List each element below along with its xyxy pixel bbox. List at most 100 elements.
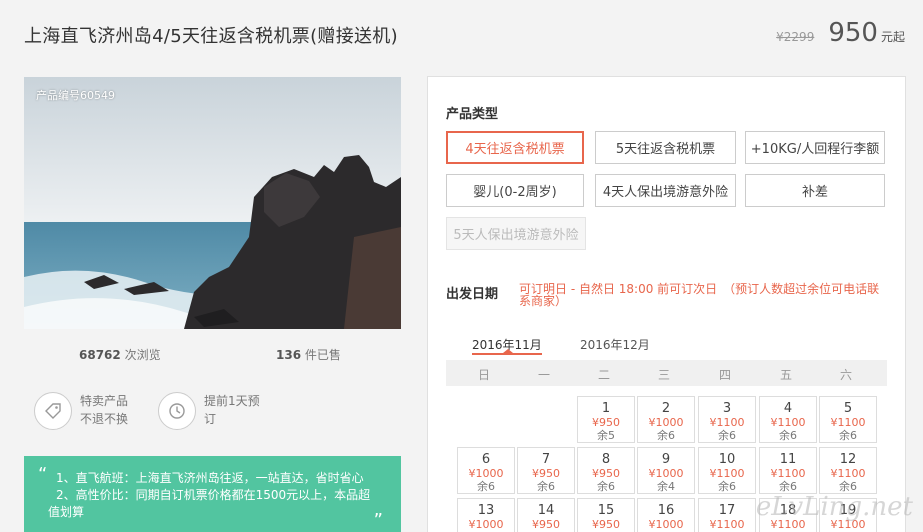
booking-deadline-note: 可订明日 - 自然日 18:00 前可订次日 （预订人数超过余位可电话联系商家） (519, 282, 880, 308)
calendar-day[interactable]: 2 ¥1000 余6 (637, 396, 695, 443)
watermark: eLvLing.net (755, 492, 913, 522)
calendar-day[interactable]: 8 ¥950 余6 (577, 447, 635, 494)
price-unit: 元起 (880, 30, 905, 44)
day-remaining: 余6 (477, 480, 495, 493)
day-number: 11 (779, 452, 797, 467)
day-number: 10 (718, 452, 736, 467)
day-remaining: 余6 (779, 429, 797, 442)
day-remaining: 余6 (718, 480, 736, 493)
active-tab-caret (503, 349, 513, 353)
day-price: ¥1100 (770, 416, 806, 429)
day-number: 14 (537, 503, 555, 518)
day-number: 2 (661, 401, 671, 416)
product-photo[interactable]: 产品编号60549 (24, 77, 401, 329)
active-tab-indicator (472, 353, 542, 355)
feature-line: 不退不换 (80, 412, 129, 426)
highlight-line: 2、高性价比：同期自订机票价格都在1500元以上，本品超 (56, 488, 371, 502)
day-number: 9 (661, 452, 671, 467)
calendar-day[interactable]: 14 ¥950 (517, 498, 575, 532)
product-number: 产品编号60549 (36, 89, 115, 102)
type-option-infant[interactable]: 婴儿(0-2周岁) (446, 174, 584, 207)
views-count: 68762 (79, 348, 121, 362)
weekday-label: 三 (657, 368, 670, 382)
calendar-day[interactable]: 7 ¥950 余6 (517, 447, 575, 494)
type-option-luggage[interactable]: +10KG/人回程行李额 (745, 131, 885, 164)
sold-stat: 136 件已售 (276, 346, 341, 363)
day-price: ¥950 (592, 467, 620, 480)
calendar-day[interactable]: 3 ¥1100 余6 (698, 396, 756, 443)
calendar-day[interactable]: 9 ¥1000 余4 (637, 447, 695, 494)
type-option-4day-insurance[interactable]: 4天人保出境游意外险 (595, 174, 736, 207)
day-number: 12 (839, 452, 857, 467)
close-quote-icon: ” (373, 510, 383, 531)
feature-line: 提前1天预 (204, 394, 260, 408)
feature-advance-booking: 提前1天预 订 (158, 392, 260, 430)
day-number: 6 (481, 452, 491, 467)
day-number: 1 (601, 401, 611, 416)
type-option-4day[interactable]: 4天往返含税机票 (446, 131, 584, 164)
highlights-box: “ 1、直飞航班：上海直飞济州岛往返，一站直达，省时省心 2、高性价比：同期自订… (24, 456, 401, 532)
current-price: 950 (828, 18, 878, 48)
weekday-label: 六 (839, 368, 852, 382)
tab-month-dec[interactable]: 2016年12月 (580, 336, 650, 353)
booking-panel: 产品类型 4天往返含税机票 5天往返含税机票 +10KG/人回程行李额 婴儿(0… (427, 76, 906, 532)
weekday-label: 二 (597, 368, 610, 382)
day-price: ¥1000 (648, 518, 684, 531)
tag-icon (34, 392, 72, 430)
price-box: ¥2299 950 元起 (776, 18, 905, 48)
day-number: 7 (541, 452, 551, 467)
day-number: 8 (601, 452, 611, 467)
calendar-day[interactable]: 10 ¥1100 余6 (698, 447, 756, 494)
feature-text: 提前1天预 订 (204, 392, 260, 428)
day-number: 16 (657, 503, 675, 518)
calendar-day[interactable]: 1 ¥950 余5 (577, 396, 635, 443)
day-price: ¥1000 (648, 467, 684, 480)
day-number: 4 (783, 401, 793, 416)
original-price: ¥2299 (776, 30, 815, 44)
calendar-day[interactable]: 12 ¥1100 余6 (819, 447, 877, 494)
product-stats: 68762 次浏览 136 件已售 (24, 340, 401, 368)
views-label: 次浏览 (124, 348, 161, 362)
page-title: 上海直飞济州岛4/5天往返含税机票(赠接送机) (24, 26, 398, 47)
day-remaining: 余6 (718, 429, 736, 442)
feature-flash-sale: 特卖产品 不退不换 (34, 392, 128, 430)
day-number: 17 (718, 503, 736, 518)
calendar-day[interactable]: 13 ¥1000 (457, 498, 515, 532)
day-remaining: 余5 (597, 429, 615, 442)
highlight-line: 1、直飞航班：上海直飞济州岛往返，一站直达，省时省心 (56, 471, 364, 485)
type-option-supplement[interactable]: 补差 (745, 174, 885, 207)
day-number: 15 (597, 503, 615, 518)
calendar-day[interactable]: 11 ¥1100 余6 (759, 447, 817, 494)
product-type-label: 产品类型 (446, 107, 499, 122)
calendar-day[interactable]: 6 ¥1000 余6 (457, 447, 515, 494)
seascape-image (24, 77, 401, 329)
day-price: ¥950 (532, 467, 560, 480)
day-price: ¥1000 (468, 518, 504, 531)
feature-badges: 特卖产品 不退不换 提前1天预 订 (24, 392, 401, 444)
clock-icon (158, 392, 196, 430)
day-price: ¥1000 (468, 467, 504, 480)
day-price: ¥1000 (648, 416, 684, 429)
day-remaining: 余6 (657, 429, 675, 442)
weekday-label: 一 (537, 368, 550, 382)
weekday-header: 日 一 二 三 四 五 六 (446, 360, 887, 386)
day-number: 13 (477, 503, 495, 518)
weekday-label: 五 (779, 368, 792, 382)
day-remaining: 余6 (537, 480, 555, 493)
calendar-day[interactable]: 4 ¥1100 余6 (759, 396, 817, 443)
calendar-day[interactable]: 16 ¥1000 (637, 498, 695, 532)
day-price: ¥1100 (709, 518, 745, 531)
calendar-day[interactable]: 15 ¥950 (577, 498, 635, 532)
day-price: ¥1100 (830, 467, 866, 480)
sold-count: 136 (276, 348, 302, 362)
feature-line: 订 (204, 412, 217, 426)
weekday-label: 日 (477, 368, 490, 382)
open-quote-icon: “ (38, 464, 48, 485)
type-option-5day[interactable]: 5天往返含税机票 (595, 131, 736, 164)
day-price: ¥950 (592, 416, 620, 429)
departure-date-label: 出发日期 (446, 287, 499, 302)
product-page: 上海直飞济州岛4/5天往返含税机票(赠接送机) ¥2299 950 元起 产品编… (0, 0, 923, 532)
day-number: 5 (843, 401, 853, 416)
calendar-day[interactable]: 17 ¥1100 (698, 498, 756, 532)
calendar-day[interactable]: 5 ¥1100 余6 (819, 396, 877, 443)
